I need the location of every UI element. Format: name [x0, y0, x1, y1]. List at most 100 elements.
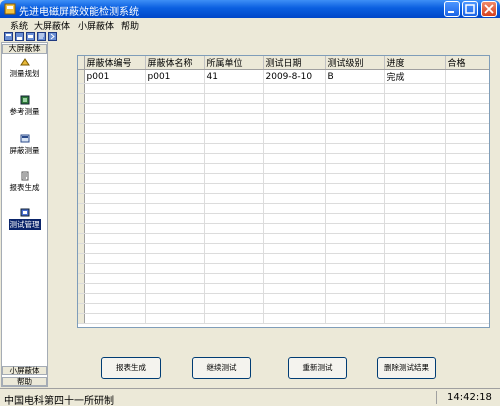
- table-cell: [325, 113, 385, 124]
- table-cell: [445, 143, 489, 154]
- title-bar: 先进电磁屏蔽效能检测系统: [0, 0, 500, 18]
- table-row[interactable]: [78, 213, 489, 224]
- table-cell: [384, 103, 446, 114]
- table-row[interactable]: [78, 203, 489, 214]
- tool-report-icon[interactable]: [37, 32, 46, 41]
- table-cell: [384, 303, 446, 314]
- sidebar-item-label: 测试管理: [8, 219, 41, 230]
- table-cell: [384, 193, 446, 204]
- table-row[interactable]: [78, 303, 489, 314]
- table-cell: [84, 103, 146, 114]
- table-cell: [84, 223, 146, 234]
- table-row[interactable]: [78, 193, 489, 204]
- sidebar-item-report[interactable]: 报表生成: [2, 171, 47, 193]
- sidebar-footer-small-shield[interactable]: 小屏蔽体: [2, 366, 47, 375]
- menu-bar: 系统 大屏蔽体 小屏蔽体 帮助: [0, 18, 500, 32]
- table-row[interactable]: [78, 253, 489, 264]
- column-header[interactable]: 测试日期: [263, 56, 326, 70]
- minimize-button[interactable]: [444, 1, 460, 17]
- tool-open-icon[interactable]: [4, 32, 13, 41]
- table-cell: [145, 203, 205, 214]
- table-cell: [204, 223, 264, 234]
- table-cell: [325, 243, 385, 254]
- table-row[interactable]: [78, 143, 489, 154]
- sidebar-item-reference[interactable]: 参考测量: [2, 95, 47, 117]
- table-cell: [445, 313, 489, 324]
- table-cell: [384, 133, 446, 144]
- table-cell: [445, 123, 489, 134]
- delete-results-button[interactable]: 删除测试结果: [377, 357, 436, 379]
- table-row[interactable]: [78, 263, 489, 274]
- table-cell: [204, 273, 264, 284]
- close-icon: [484, 4, 494, 14]
- table-row[interactable]: [78, 293, 489, 304]
- table-cell: [84, 243, 146, 254]
- table-cell: [445, 273, 489, 284]
- table-cell: [263, 263, 326, 274]
- table-cell: [325, 263, 385, 274]
- table-row[interactable]: [78, 113, 489, 124]
- table-cell: [445, 183, 489, 194]
- table-cell: [384, 253, 446, 264]
- continue-test-button[interactable]: 继续测试: [192, 357, 251, 379]
- table-cell: [145, 123, 205, 134]
- table-cell: p001: [84, 69, 146, 84]
- table-row[interactable]: [78, 83, 489, 94]
- table-cell: [263, 283, 326, 294]
- table-row[interactable]: [78, 243, 489, 254]
- table-cell: [204, 123, 264, 134]
- tool-exit-icon[interactable]: [48, 32, 57, 41]
- sidebar-item-test-manage[interactable]: 测试管理: [2, 208, 47, 230]
- retest-button[interactable]: 重新测试: [288, 357, 347, 379]
- table-cell: [84, 193, 146, 204]
- tool-save-icon[interactable]: [15, 32, 24, 41]
- column-header[interactable]: 所属单位: [204, 56, 264, 70]
- column-header[interactable]: 合格: [445, 56, 489, 70]
- maximize-button[interactable]: [462, 1, 478, 17]
- table-row[interactable]: [78, 313, 489, 324]
- status-text: 中国电科第四十一所研制: [4, 396, 114, 406]
- table-cell: [84, 303, 146, 314]
- table-cell: [263, 133, 326, 144]
- table-cell: [204, 183, 264, 194]
- table-row[interactable]: [78, 133, 489, 144]
- column-header[interactable]: 屏蔽体编号: [84, 56, 146, 70]
- table-row[interactable]: [78, 173, 489, 184]
- table-cell: [145, 243, 205, 254]
- table-cell: [145, 153, 205, 164]
- table-row[interactable]: [78, 283, 489, 294]
- table-cell: [84, 113, 146, 124]
- table-row[interactable]: [78, 93, 489, 104]
- table-row[interactable]: [78, 103, 489, 114]
- results-grid[interactable]: 屏蔽体编号 屏蔽体名称 所属单位 测试日期 测试级别 进度 合格 p001 p0…: [77, 55, 490, 328]
- table-row[interactable]: [78, 163, 489, 174]
- table-cell: [84, 143, 146, 154]
- table-cell: [384, 243, 446, 254]
- table-cell: [145, 193, 205, 204]
- sidebar-item-plan[interactable]: 测量规划: [2, 57, 47, 79]
- table-row[interactable]: [78, 223, 489, 234]
- table-cell: [84, 203, 146, 214]
- table-row[interactable]: [78, 273, 489, 284]
- table-cell: [384, 183, 446, 194]
- column-header[interactable]: 进度: [384, 56, 446, 70]
- table-cell: [384, 293, 446, 304]
- table-cell: [445, 233, 489, 244]
- report-button[interactable]: 报表生成: [101, 357, 161, 379]
- table-row[interactable]: [78, 153, 489, 164]
- close-button[interactable]: [481, 1, 497, 17]
- table-row[interactable]: [78, 183, 489, 194]
- table-row[interactable]: [78, 123, 489, 134]
- sidebar-item-shield-measure[interactable]: 屏蔽测量: [2, 134, 47, 156]
- table-cell: [325, 283, 385, 294]
- sidebar-header-large-shield[interactable]: 大屏蔽体: [2, 44, 47, 54]
- table-cell: [445, 293, 489, 304]
- column-header[interactable]: 屏蔽体名称: [145, 56, 205, 70]
- table-cell: [145, 263, 205, 274]
- table-row[interactable]: [78, 233, 489, 244]
- table-row[interactable]: p001 p001 41 2009-8-10 B 完成: [78, 69, 489, 84]
- tool-print-icon[interactable]: [26, 32, 35, 41]
- table-cell: [384, 233, 446, 244]
- column-header[interactable]: 测试级别: [325, 56, 385, 70]
- sidebar-footer-help[interactable]: 帮助: [2, 377, 47, 386]
